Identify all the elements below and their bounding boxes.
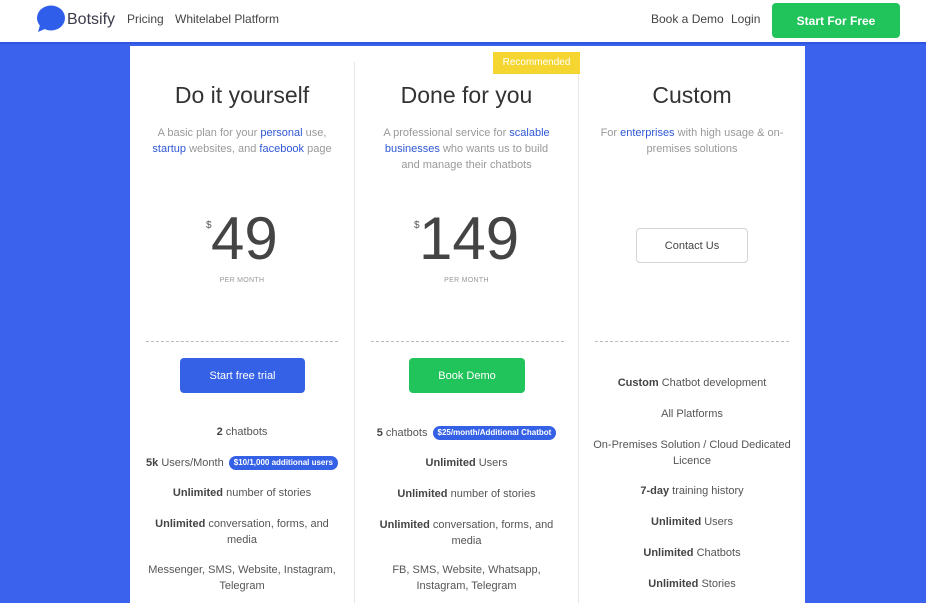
feature-item: 5 chatbots $25/month/Additional Chatbot <box>369 425 564 441</box>
recommended-badge: Recommended <box>493 52 580 74</box>
feature-text: Messenger, SMS, Website, Instagram, Tele… <box>148 564 336 592</box>
chat-bubble-icon <box>36 5 66 33</box>
desc-text: A basic plan for your <box>157 127 261 139</box>
feature-text: Users <box>475 457 508 469</box>
feature-text: number of stories <box>447 488 536 500</box>
nav-login[interactable]: Login <box>731 12 760 26</box>
feature-bold: Unlimited <box>643 547 694 559</box>
desc-text: websites, and <box>186 143 260 155</box>
book-demo-button[interactable]: Book Demo <box>409 358 525 393</box>
feature-text: Users/Month <box>158 457 224 469</box>
feature-item: All Platforms <box>593 406 791 422</box>
feature-item: Unlimited conversation, forms, and media <box>154 516 330 548</box>
feature-bold: Unlimited <box>172 487 224 499</box>
feature-bold: Unlimited <box>425 457 476 469</box>
price: $ 149 <box>355 204 578 274</box>
feature-bold: Unlimited <box>648 578 699 590</box>
start-for-free-button[interactable]: Start For Free <box>772 3 900 38</box>
feature-text: Stories <box>698 578 736 590</box>
feature-text: FB, SMS, Website, Whatsapp, Instagram, T… <box>392 564 541 592</box>
desc-link-facebook[interactable]: facebook <box>259 143 304 155</box>
price-period: PER MONTH <box>219 277 265 284</box>
feature-text: training history <box>669 485 744 497</box>
nav-book-demo[interactable]: Book a Demo <box>651 12 724 26</box>
divider <box>371 341 564 342</box>
feature-item: Messenger, SMS, Website, Instagram, Tele… <box>148 562 336 594</box>
nav-whitelabel-platform[interactable]: Whitelabel Platform <box>175 12 279 26</box>
feature-text: On-Premises Solution / Cloud Dedicated L… <box>593 439 791 467</box>
feature-text: Chatbot development <box>658 377 767 389</box>
feature-bold: Custom <box>617 377 659 389</box>
addon-price-badge: $10/1,000 additional users <box>228 456 338 471</box>
feature-bold: Unlimited <box>379 519 430 531</box>
feature-item: 7-day training history <box>593 483 791 499</box>
feature-text: conversation, forms, and media <box>429 519 554 547</box>
feature-text: All Platforms <box>661 408 723 420</box>
feature-text: Users <box>701 516 733 528</box>
desc-link-startup[interactable]: startup <box>152 143 186 155</box>
feature-item: Unlimited Stories <box>593 576 791 592</box>
plan-title: Custom <box>652 82 732 108</box>
desc-link-enterprises[interactable]: enterprises <box>620 127 674 139</box>
feature-item: Unlimited Users <box>593 514 791 530</box>
feature-bold: Unlimited <box>155 518 206 530</box>
price-period: PER MONTH <box>444 277 489 284</box>
feature-text: chatbots <box>382 427 428 439</box>
feature-item: Unlimited number of stories <box>369 486 564 502</box>
desc-text: page <box>304 143 332 155</box>
plan-title: Done for you <box>400 82 533 108</box>
desc-text: use, <box>302 127 327 139</box>
plan-card-custom: Custom For enterprises with high usage &… <box>579 46 805 603</box>
feature-bold: 5k <box>146 457 159 469</box>
plan-title: Do it yourself <box>174 82 310 108</box>
desc-text: For <box>600 127 621 139</box>
feature-item: Unlimited Chatbots <box>593 545 791 561</box>
feature-item: Unlimited number of stories <box>144 485 340 501</box>
feature-text: conversation, forms, and media <box>205 518 329 546</box>
price-amount: 149 <box>419 205 520 272</box>
plan-description: A basic plan for your personal use, star… <box>148 125 336 157</box>
feature-item: FB, SMS, Website, Whatsapp, Instagram, T… <box>369 562 564 594</box>
desc-text: A professional service for <box>383 127 510 139</box>
logo[interactable]: Botsify <box>36 5 115 33</box>
nav-pricing[interactable]: Pricing <box>127 12 164 26</box>
feature-item: On-Premises Solution / Cloud Dedicated L… <box>591 437 793 469</box>
feature-item: Unlimited conversation, forms, and media <box>379 517 554 549</box>
top-navbar: Botsify Pricing Whitelabel Platform Book… <box>0 0 926 44</box>
logo-text: Botsify <box>67 11 116 28</box>
pricing-panel: Do it yourself A basic plan for your per… <box>130 46 805 603</box>
feature-item: Custom Chatbot development <box>593 375 791 391</box>
feature-bold: Unlimited <box>397 488 448 500</box>
feature-bold: Unlimited <box>651 516 702 528</box>
feature-item: 5k Users/Month $10/1,000 additional user… <box>144 455 340 471</box>
price-amount: 49 <box>211 205 278 272</box>
plan-description: For enterprises with high usage & on-pre… <box>599 125 785 157</box>
start-free-trial-button[interactable]: Start free trial <box>180 358 305 393</box>
feature-bold: 7-day <box>640 485 670 497</box>
divider <box>146 341 338 342</box>
contact-us-button[interactable]: Contact Us <box>636 228 748 263</box>
feature-item: Unlimited Users <box>369 455 564 471</box>
feature-text: Chatbots <box>693 547 741 559</box>
feature-text: chatbots <box>222 426 268 438</box>
plan-card-diy: Do it yourself A basic plan for your per… <box>130 46 354 603</box>
divider <box>595 341 789 342</box>
desc-link-personal[interactable]: personal <box>260 127 302 139</box>
addon-price-badge: $25/month/Additional Chatbot <box>432 426 557 441</box>
plan-description: A professional service for scalable busi… <box>377 125 556 173</box>
feature-text: number of stories <box>223 487 312 499</box>
feature-item: 2 chatbots <box>144 424 340 440</box>
price: $ 49 <box>130 204 354 274</box>
plan-card-done-for-you: Done for you A professional service for … <box>354 62 579 603</box>
